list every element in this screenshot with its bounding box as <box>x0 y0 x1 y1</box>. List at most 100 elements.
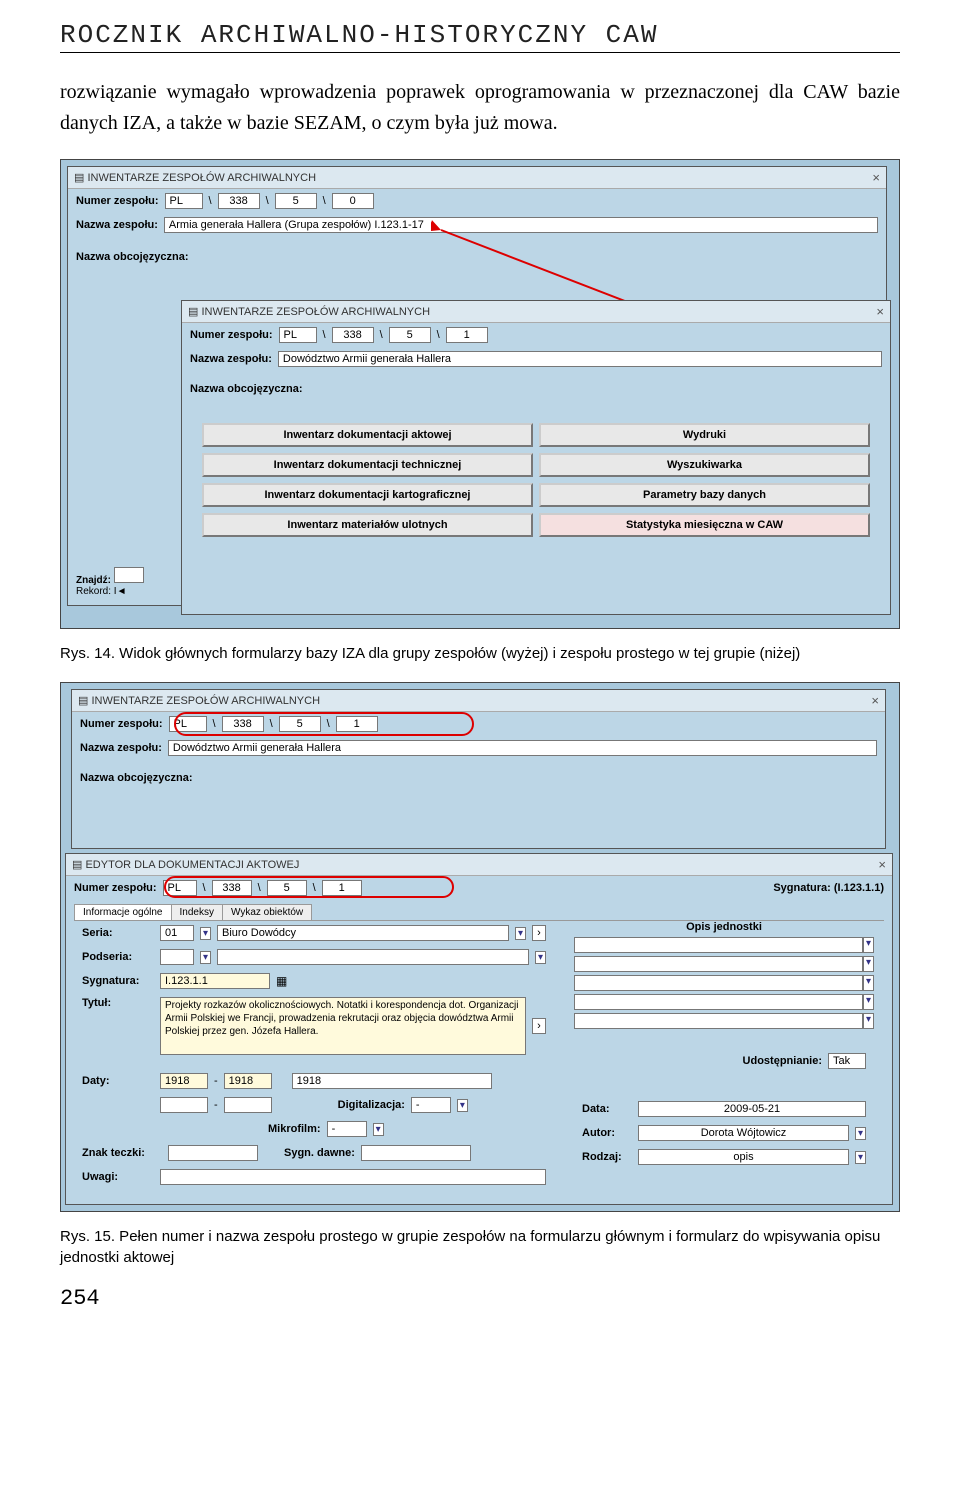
expand-button[interactable]: › <box>532 1018 546 1034</box>
figure-15: ▤ INWENTARZE ZESPOŁÓW ARCHIWALNYCH × Num… <box>60 682 900 1212</box>
date-to-2[interactable] <box>224 1097 272 1113</box>
opis-field[interactable] <box>574 975 863 991</box>
num-part-4[interactable]: 0 <box>332 193 374 209</box>
date-from[interactable]: 1918 <box>160 1073 208 1089</box>
record-nav[interactable]: Rekord: I◄ <box>76 586 144 597</box>
red-ellipse-annotation <box>174 712 474 736</box>
rodzaj-label: Rodzaj: <box>582 1151 632 1163</box>
opis-field[interactable] <box>574 994 863 1010</box>
autor-label: Autor: <box>582 1127 632 1139</box>
find-input[interactable] <box>114 567 144 583</box>
sygnatura-icon[interactable]: ▦ <box>276 974 287 988</box>
close-icon[interactable]: × <box>876 304 884 319</box>
dropdown-icon[interactable]: ▾ <box>515 927 526 940</box>
close-icon[interactable]: × <box>878 857 886 872</box>
dropdown-icon[interactable]: ▾ <box>535 951 546 964</box>
dropdown-icon[interactable]: ▾ <box>863 956 874 972</box>
dropdown-icon[interactable]: ▾ <box>457 1099 468 1112</box>
opis-field[interactable] <box>574 1013 863 1029</box>
foreign-label: Nazwa obcojęzyczna: <box>80 772 192 784</box>
form-icon: ▤ INWENTARZE ZESPOŁÓW ARCHIWALNYCH <box>78 694 320 707</box>
num-part-4[interactable]: 1 <box>446 327 488 343</box>
digitalizacja-label: Digitalizacja: <box>338 1099 405 1111</box>
mikrofilm-input[interactable]: - <box>327 1121 367 1137</box>
udost-label: Udostępnianie: <box>743 1055 822 1067</box>
window-title: INWENTARZE ZESPOŁÓW ARCHIWALNYCH <box>201 306 430 318</box>
date-extra[interactable]: 1918 <box>292 1073 492 1089</box>
dropdown-icon[interactable]: ▾ <box>200 927 211 940</box>
sygn-dawne-label: Sygn. dawne: <box>284 1147 355 1159</box>
btn-karto[interactable]: Inwentarz dokumentacji kartograficznej <box>202 483 533 507</box>
dropdown-icon[interactable]: ▾ <box>855 1151 866 1164</box>
dropdown-icon[interactable]: ▾ <box>863 1013 874 1029</box>
btn-stats[interactable]: Statystyka miesięczna w CAW <box>539 513 870 537</box>
podseria-text[interactable] <box>217 949 529 965</box>
expand-button[interactable]: › <box>532 925 546 941</box>
autor-input[interactable]: Dorota Wójtowicz <box>638 1125 849 1141</box>
close-icon[interactable]: × <box>871 693 879 708</box>
sygnatura-input[interactable]: I.123.1.1 <box>160 973 270 989</box>
num-part-3[interactable]: 5 <box>275 193 317 209</box>
form-icon: ▤ INWENTARZE ZESPOŁÓW ARCHIWALNYCH <box>188 305 430 318</box>
dropdown-icon[interactable]: ▾ <box>855 1127 866 1140</box>
window-title: INWENTARZE ZESPOŁÓW ARCHIWALNYCH <box>91 695 320 707</box>
num-part-3[interactable]: 5 <box>389 327 431 343</box>
data-input[interactable]: 2009-05-21 <box>638 1101 866 1117</box>
num-part-1[interactable]: PL <box>279 327 317 343</box>
dropdown-icon[interactable]: ▾ <box>373 1123 384 1136</box>
sygnatura-header-label: Sygnatura: (I.123.1.1) <box>773 882 884 894</box>
btn-params[interactable]: Parametry bazy danych <box>539 483 870 507</box>
podseria-label: Podseria: <box>82 951 154 963</box>
body-paragraph: rozwiązanie wymagało wprowadzenia popraw… <box>60 77 900 139</box>
tab-general[interactable]: Informacje ogólne <box>74 904 172 920</box>
nazwa-input[interactable]: Dowództwo Armii generała Hallera <box>278 351 882 367</box>
form-icon: ▤ EDYTOR DLA DOKUMENTACJI AKTOWEJ <box>72 858 299 871</box>
close-icon[interactable]: × <box>872 170 880 185</box>
opis-field[interactable] <box>574 937 863 953</box>
nazwa-input[interactable]: Dowództwo Armii generała Hallera <box>168 740 877 756</box>
seria-text[interactable]: Biuro Dowódcy <box>217 925 509 941</box>
data-label: Data: <box>582 1103 632 1115</box>
num-part-2[interactable]: 338 <box>332 327 374 343</box>
foreign-label: Nazwa obcojęzyczna: <box>190 383 302 395</box>
form-icon: ▤ INWENTARZE ZESPOŁÓW ARCHIWALNYCH <box>74 171 316 184</box>
nazwa-label: Nazwa zespołu: <box>190 353 272 365</box>
sygnatura-label: Sygnatura: <box>82 975 154 987</box>
dropdown-icon[interactable]: ▾ <box>863 994 874 1010</box>
btn-ulotne[interactable]: Inwentarz materiałów ulotnych <box>202 513 533 537</box>
num-part-2[interactable]: 338 <box>218 193 260 209</box>
dropdown-icon[interactable]: ▾ <box>863 937 874 953</box>
btn-wydruki[interactable]: Wydruki <box>539 423 870 447</box>
znak-input[interactable] <box>168 1145 258 1161</box>
sygn-dawne-input[interactable] <box>361 1145 471 1161</box>
figure-14-caption: Rys. 14. Widok głównych formularzy bazy … <box>60 643 900 664</box>
btn-search[interactable]: Wyszukiwarka <box>539 453 870 477</box>
uwagi-input[interactable] <box>160 1169 546 1185</box>
figure-14: ▤ INWENTARZE ZESPOŁÓW ARCHIWALNYCH × Num… <box>60 159 900 629</box>
page-number: 254 <box>60 1286 900 1311</box>
btn-akt[interactable]: Inwentarz dokumentacji aktowej <box>202 423 533 447</box>
znak-label: Znak teczki: <box>82 1147 162 1159</box>
nazwa-label: Nazwa zespołu: <box>80 742 162 754</box>
window-title: EDYTOR DLA DOKUMENTACJI AKTOWEJ <box>85 859 299 871</box>
tab-indexes[interactable]: Indeksy <box>171 904 223 920</box>
dropdown-icon[interactable]: ▾ <box>863 975 874 991</box>
btn-tech[interactable]: Inwentarz dokumentacji technicznej <box>202 453 533 477</box>
seria-code[interactable]: 01 <box>160 925 194 941</box>
udost-input[interactable]: Tak <box>828 1053 866 1069</box>
dropdown-icon[interactable]: ▾ <box>200 951 211 964</box>
red-ellipse-annotation <box>164 876 454 898</box>
date-from-2[interactable] <box>160 1097 208 1113</box>
daty-label: Daty: <box>82 1075 154 1087</box>
tab-objects[interactable]: Wykaz obiektów <box>222 904 312 920</box>
opis-field[interactable] <box>574 956 863 972</box>
tytul-input[interactable]: Projekty rozkazów okolicznościowych. Not… <box>160 997 526 1055</box>
date-to[interactable]: 1918 <box>224 1073 272 1089</box>
mikrofilm-label: Mikrofilm: <box>268 1123 321 1135</box>
num-part-1[interactable]: PL <box>165 193 203 209</box>
numer-label: Numer zespołu: <box>190 329 273 341</box>
digitalizacja-input[interactable]: - <box>411 1097 451 1113</box>
rodzaj-input[interactable]: opis <box>638 1149 849 1165</box>
podseria-code[interactable] <box>160 949 194 965</box>
uwagi-label: Uwagi: <box>82 1171 154 1183</box>
